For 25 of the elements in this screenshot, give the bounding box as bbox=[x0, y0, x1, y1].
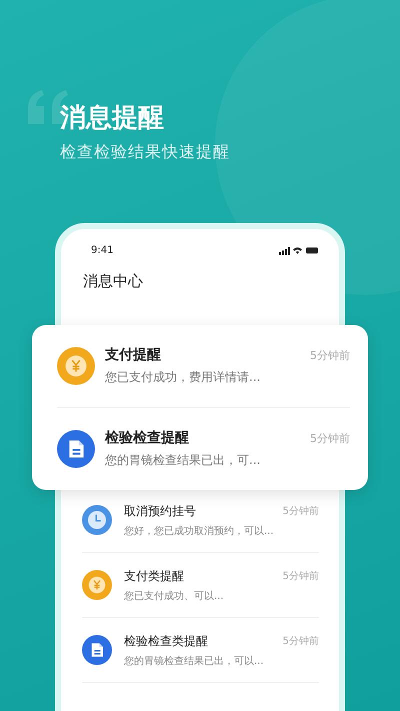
message-time: 5分钟前 bbox=[282, 570, 319, 583]
message-time: 5分钟前 bbox=[310, 348, 350, 362]
message-time: 5分钟前 bbox=[282, 504, 319, 518]
message-time: 5分钟前 bbox=[310, 430, 350, 446]
message-preview: 您已支付成功，费用详情请... bbox=[105, 369, 262, 386]
document-icon bbox=[57, 430, 95, 468]
message-preview: 您的胃镜检查结果已出，可... bbox=[105, 452, 262, 469]
yen-coin-icon bbox=[82, 570, 112, 600]
status-icons bbox=[279, 246, 319, 255]
clock-icon bbox=[82, 505, 112, 535]
yen-coin-icon bbox=[57, 347, 95, 385]
page-title: 消息中心 bbox=[82, 271, 144, 291]
hero-subtitle: 检查检验结果快速提醒 bbox=[60, 142, 231, 163]
document-icon bbox=[82, 635, 112, 665]
message-preview: 您的胃镜检查结果已出，可以... bbox=[124, 654, 265, 668]
message-title: 支付类提醒 bbox=[124, 568, 184, 584]
message-title: 支付提醒 bbox=[105, 346, 161, 364]
message-title: 取消预约挂号 bbox=[124, 502, 196, 520]
message-preview: 您已支付成功、可以... bbox=[124, 590, 225, 602]
message-title: 检验检查类提醒 bbox=[124, 632, 208, 650]
message-preview: 您好，您已成功取消预约，可以... bbox=[124, 524, 275, 538]
message-title: 检验检查提醒 bbox=[105, 429, 189, 447]
status-time: 9:41 bbox=[91, 245, 114, 256]
hero-title: 消息提醒 bbox=[60, 102, 165, 135]
message-time: 5分钟前 bbox=[282, 634, 319, 648]
